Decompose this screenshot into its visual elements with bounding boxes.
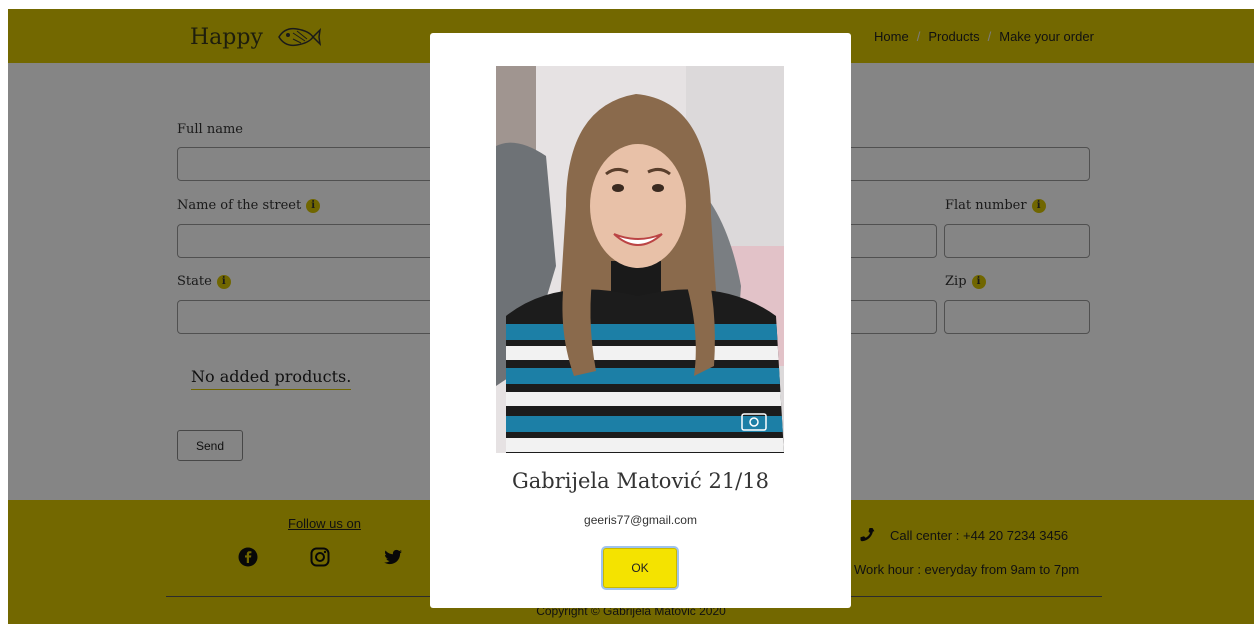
author-email: geeris77@gmail.com	[584, 513, 697, 527]
page: Happy Home / Products / Make your order …	[8, 9, 1254, 624]
author-modal: Gabrijela Matović 21/18 geeris77@gmail.c…	[430, 33, 851, 608]
ok-button[interactable]: OK	[603, 548, 677, 588]
author-photo	[496, 66, 784, 453]
author-name: Gabrijela Matović 21/18	[512, 469, 769, 493]
